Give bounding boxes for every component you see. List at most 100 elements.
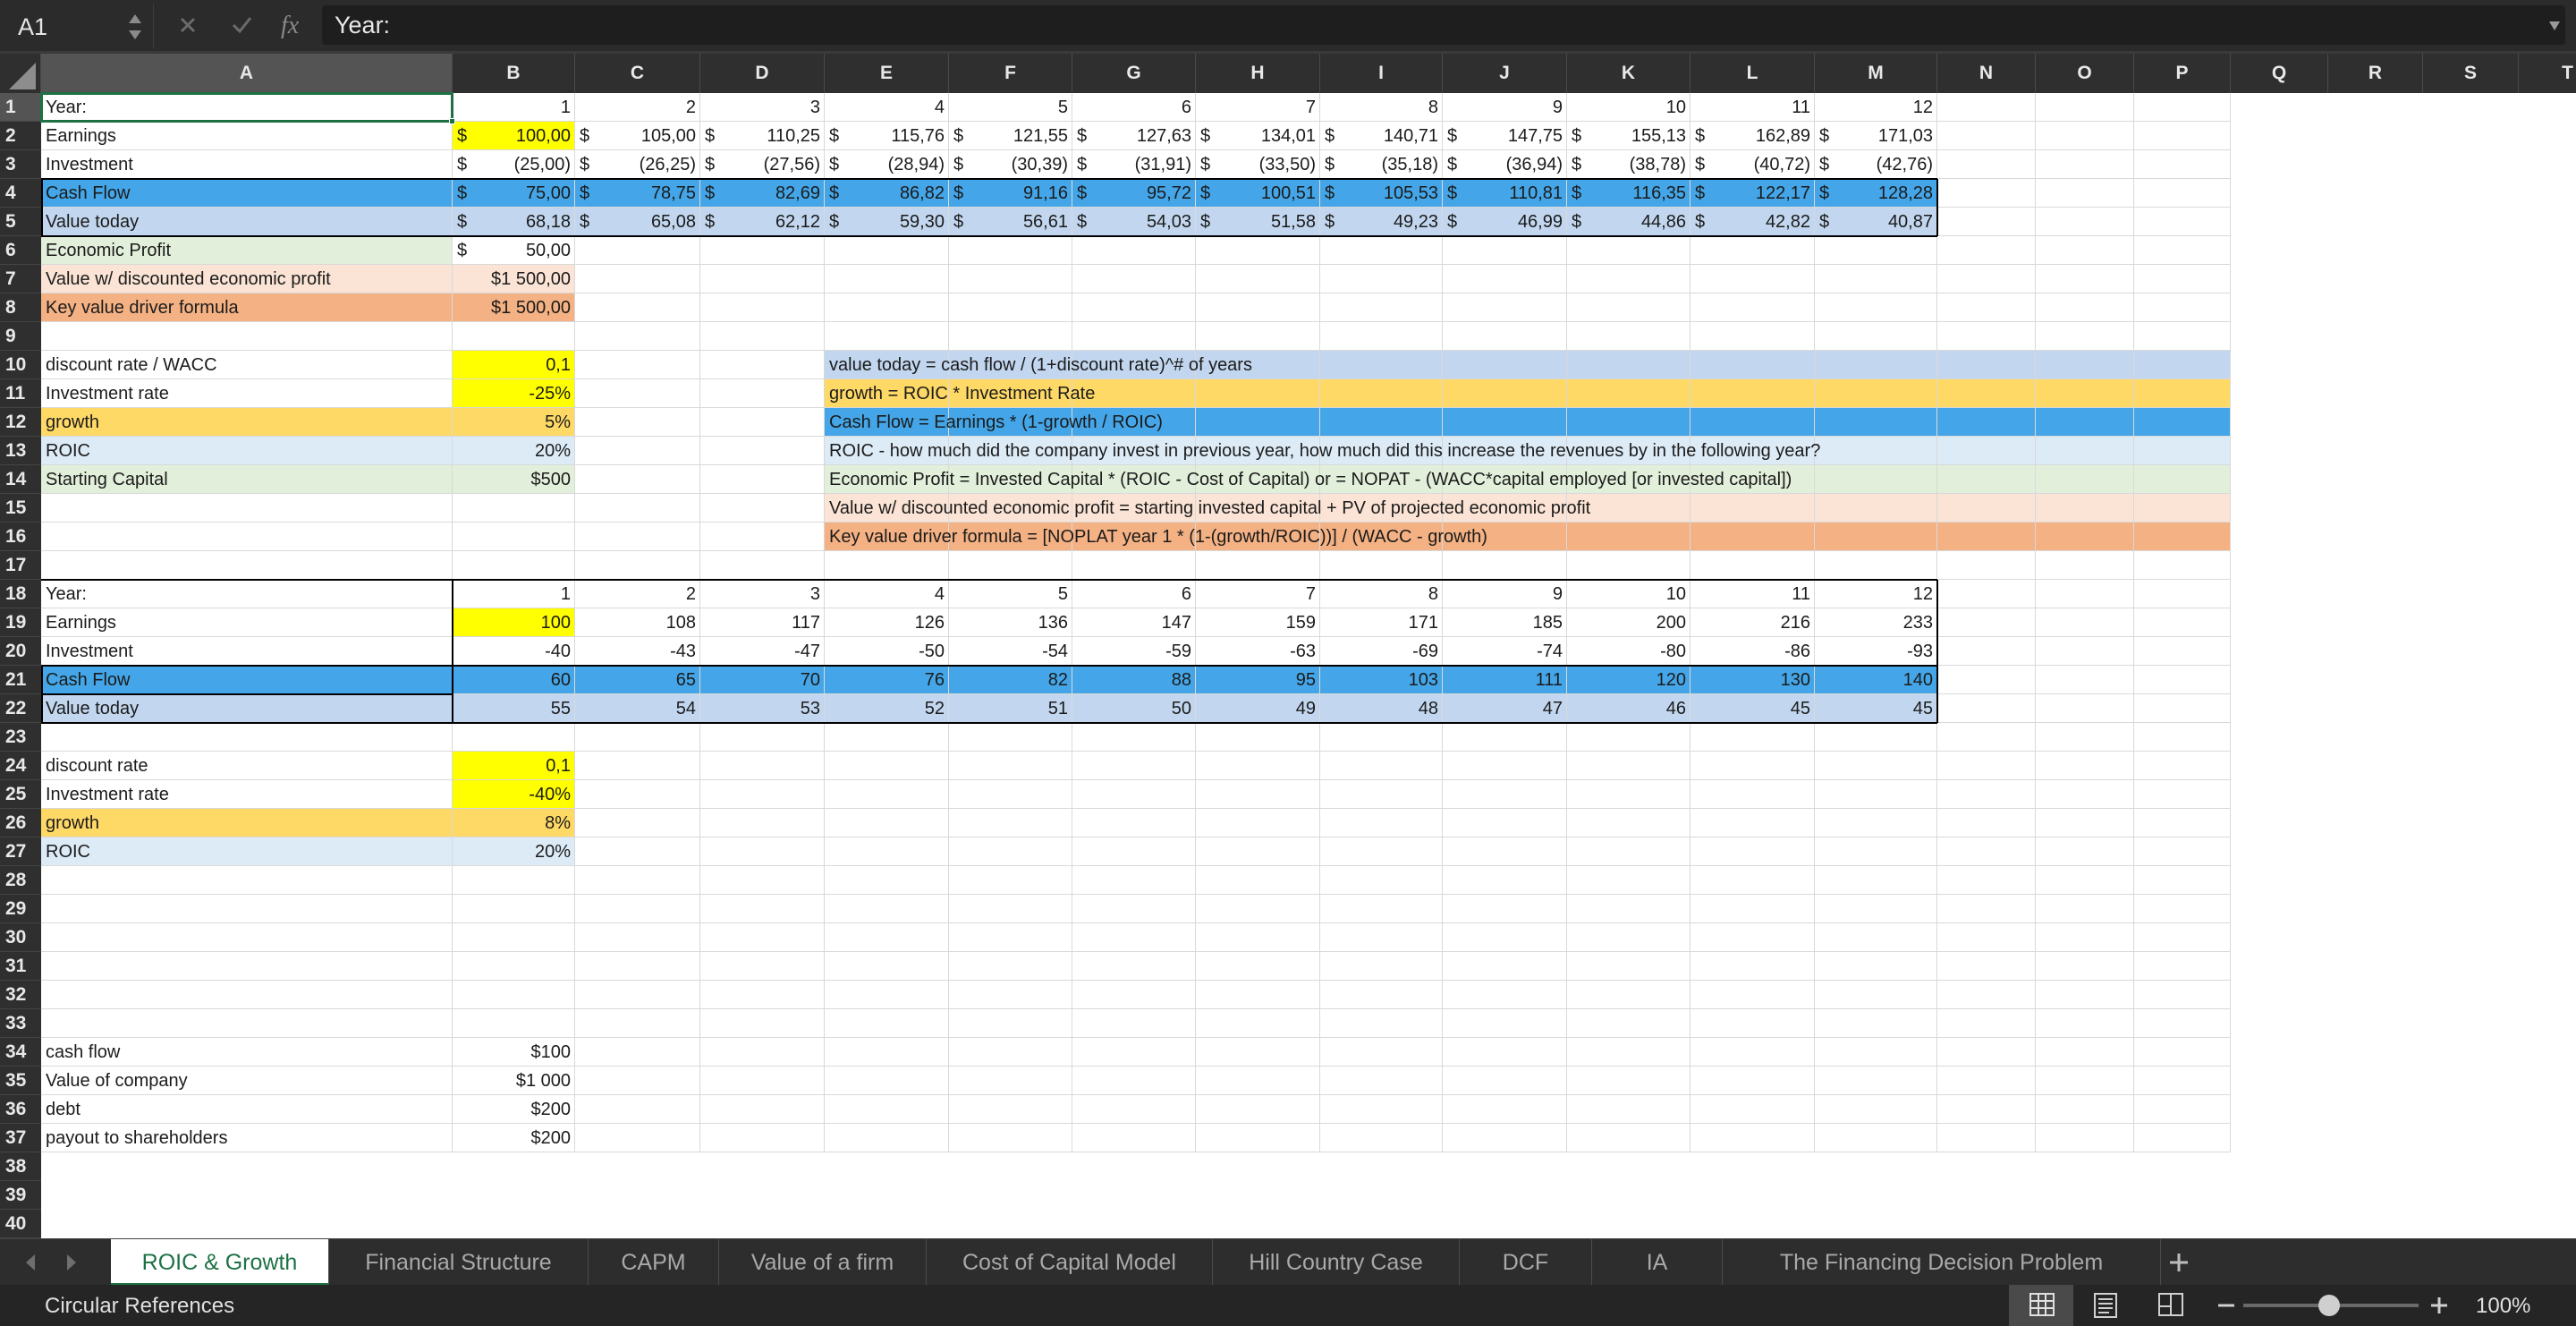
investment2-F[interactable]: -54 bbox=[953, 637, 1068, 666]
year2-L[interactable]: 11 bbox=[1695, 580, 1810, 608]
investment2-D[interactable]: -47 bbox=[705, 637, 820, 666]
row-header-25[interactable]: 25 bbox=[0, 780, 41, 809]
label-investment-2[interactable]: Investment bbox=[46, 637, 448, 666]
function-icon[interactable]: fx bbox=[277, 7, 313, 43]
year-D[interactable]: 3 bbox=[705, 93, 820, 122]
column-header-G[interactable]: G bbox=[1072, 54, 1196, 93]
row-header-29[interactable]: 29 bbox=[0, 895, 41, 923]
row-header-11[interactable]: 11 bbox=[0, 379, 41, 408]
value-today-G[interactable]: $54,03 bbox=[1077, 208, 1191, 236]
value-today2-C[interactable]: 54 bbox=[580, 694, 696, 723]
row-header-31[interactable]: 31 bbox=[0, 952, 41, 981]
formula-input[interactable]: Year: bbox=[322, 5, 2565, 45]
roic-value-2[interactable]: 20% bbox=[457, 837, 571, 866]
investment2-G[interactable]: -59 bbox=[1077, 637, 1191, 666]
payout-value[interactable]: $200 bbox=[457, 1124, 572, 1152]
investment-H[interactable]: $ (33,50) bbox=[1200, 150, 1316, 179]
key-value-driver-value[interactable]: $1 500,00 bbox=[457, 293, 571, 322]
earnings2-F[interactable]: 136 bbox=[953, 608, 1068, 637]
column-header-O[interactable]: O bbox=[2036, 54, 2134, 93]
page-layout-view-button[interactable] bbox=[2073, 1285, 2138, 1326]
year-K[interactable]: 10 bbox=[1572, 93, 1686, 122]
earnings-E[interactable]: $115,76 bbox=[829, 122, 945, 150]
year2-K[interactable]: 10 bbox=[1572, 580, 1686, 608]
earnings2-B[interactable]: 100 bbox=[457, 608, 571, 637]
row-header-9[interactable]: 9 bbox=[0, 322, 41, 351]
cash-flow-H[interactable]: $100,51 bbox=[1200, 179, 1316, 208]
column-header-B[interactable]: B bbox=[453, 54, 575, 93]
earnings2-E[interactable]: 126 bbox=[829, 608, 945, 637]
cash-flow-F[interactable]: $91,16 bbox=[953, 179, 1068, 208]
earnings2-D[interactable]: 117 bbox=[705, 608, 820, 637]
column-header-H[interactable]: H bbox=[1196, 54, 1320, 93]
investment2-M[interactable]: -93 bbox=[1819, 637, 1933, 666]
earnings2-I[interactable]: 171 bbox=[1325, 608, 1438, 637]
value-today2-I[interactable]: 48 bbox=[1325, 694, 1438, 723]
sheet-tab[interactable]: CAPM bbox=[589, 1239, 719, 1286]
value-today-L[interactable]: $42,82 bbox=[1695, 208, 1810, 236]
row-header-37[interactable]: 37 bbox=[0, 1124, 41, 1152]
row-header-3[interactable]: 3 bbox=[0, 150, 41, 179]
row-header-22[interactable]: 22 bbox=[0, 694, 41, 723]
label-cash-flow-2[interactable]: Cash Flow bbox=[46, 666, 448, 694]
column-header-S[interactable]: S bbox=[2423, 54, 2519, 93]
year2-D[interactable]: 3 bbox=[705, 580, 820, 608]
row-header-12[interactable]: 12 bbox=[0, 408, 41, 437]
sheet-tab[interactable]: ROIC & Growth bbox=[111, 1239, 329, 1286]
discount-rate-value-2[interactable]: 0,1 bbox=[457, 752, 571, 780]
earnings2-G[interactable]: 147 bbox=[1077, 608, 1191, 637]
label-investment-rate-2[interactable]: Investment rate bbox=[46, 780, 448, 809]
label-value-of-company[interactable]: Value of company bbox=[46, 1067, 448, 1095]
value-today2-F[interactable]: 51 bbox=[953, 694, 1068, 723]
investment-K[interactable]: $ (38,78) bbox=[1572, 150, 1686, 179]
row-header-39[interactable]: 39 bbox=[0, 1181, 41, 1210]
value-today-C[interactable]: $65,08 bbox=[580, 208, 696, 236]
row-header-1[interactable]: 1 bbox=[0, 93, 41, 122]
cash-flow2-K[interactable]: 120 bbox=[1572, 666, 1686, 694]
column-header-A[interactable]: A bbox=[41, 54, 453, 93]
label-value-today-2[interactable]: Value today bbox=[46, 694, 448, 723]
select-all-corner[interactable] bbox=[0, 54, 41, 93]
row-header-30[interactable]: 30 bbox=[0, 923, 41, 952]
cash-flow2-G[interactable]: 88 bbox=[1077, 666, 1191, 694]
page-break-view-button[interactable] bbox=[2138, 1285, 2202, 1326]
investment-rate-value-2[interactable]: -40% bbox=[457, 780, 571, 809]
value-today2-B[interactable]: 55 bbox=[457, 694, 571, 723]
note-value-discounted[interactable]: Value w/ discounted economic profit = st… bbox=[829, 494, 2226, 523]
column-header-M[interactable]: M bbox=[1815, 54, 1937, 93]
row-header-2[interactable]: 2 bbox=[0, 122, 41, 150]
row-header-26[interactable]: 26 bbox=[0, 809, 41, 837]
note-cash-flow[interactable]: Cash Flow = Earnings * (1-growth / ROIC) bbox=[829, 408, 2226, 437]
earnings-K[interactable]: $155,13 bbox=[1572, 122, 1686, 150]
column-header-E[interactable]: E bbox=[825, 54, 949, 93]
year-E[interactable]: 4 bbox=[829, 93, 945, 122]
year2-B[interactable]: 1 bbox=[457, 580, 571, 608]
confirm-icon[interactable] bbox=[224, 7, 259, 43]
row-header-36[interactable]: 36 bbox=[0, 1095, 41, 1124]
column-header-K[interactable]: K bbox=[1567, 54, 1690, 93]
earnings2-L[interactable]: 216 bbox=[1695, 608, 1810, 637]
growth-value[interactable]: 5% bbox=[457, 408, 571, 437]
value-today-E[interactable]: $59,30 bbox=[829, 208, 945, 236]
row-header-14[interactable]: 14 bbox=[0, 465, 41, 494]
investment2-E[interactable]: -50 bbox=[829, 637, 945, 666]
label-cash-flow-3[interactable]: cash flow bbox=[46, 1038, 448, 1067]
value-today-F[interactable]: $56,61 bbox=[953, 208, 1068, 236]
column-header-T[interactable]: T bbox=[2519, 54, 2576, 93]
row-header-34[interactable]: 34 bbox=[0, 1038, 41, 1067]
column-header-C[interactable]: C bbox=[575, 54, 700, 93]
value-today-J[interactable]: $46,99 bbox=[1447, 208, 1563, 236]
row-header-5[interactable]: 5 bbox=[0, 208, 41, 236]
cash-flow2-H[interactable]: 95 bbox=[1200, 666, 1316, 694]
row-header-27[interactable]: 27 bbox=[0, 837, 41, 866]
row-header-28[interactable]: 28 bbox=[0, 866, 41, 895]
year2-F[interactable]: 5 bbox=[953, 580, 1068, 608]
label-key-value-driver[interactable]: Key value driver formula bbox=[46, 293, 448, 322]
sheet-tab[interactable]: Value of a firm bbox=[719, 1239, 927, 1286]
row-header-4[interactable]: 4 bbox=[0, 179, 41, 208]
status-circular-references[interactable]: Circular References bbox=[45, 1294, 234, 1319]
normal-view-button[interactable] bbox=[2009, 1285, 2073, 1326]
value-today-B[interactable]: $68,18 bbox=[457, 208, 571, 236]
value-of-company-value[interactable]: $1 000 bbox=[457, 1067, 571, 1095]
expand-formula-icon[interactable] bbox=[2547, 20, 2562, 32]
